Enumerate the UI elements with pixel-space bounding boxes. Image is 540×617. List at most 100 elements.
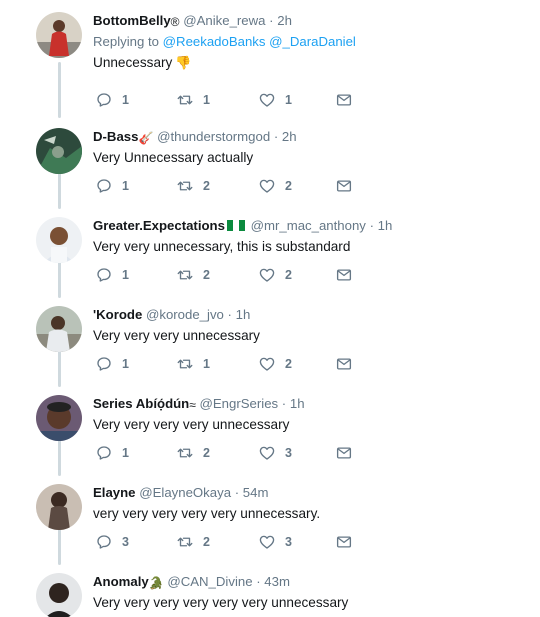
direct-message-button[interactable]	[335, 444, 353, 462]
retweet-icon	[176, 355, 194, 373]
user-handle[interactable]: @ElayneOkaya	[139, 485, 231, 500]
avatar[interactable]	[36, 217, 82, 263]
user-handle[interactable]: @CAN_Divine	[167, 574, 252, 589]
avatar[interactable]	[36, 128, 82, 174]
tweet-header: BottomBelly® @Anike_rewa · 2h	[93, 12, 530, 30]
mention-link[interactable]: @_DaraDaniel	[269, 34, 356, 49]
registered-badge: ®	[170, 14, 180, 29]
retweet-count: 2	[203, 535, 210, 549]
reply-button[interactable]: 1	[95, 91, 129, 109]
timestamp[interactable]: 2h	[282, 129, 297, 144]
retweet-button[interactable]: 2	[176, 177, 210, 195]
like-button[interactable]: 2	[258, 355, 292, 373]
display-name[interactable]: D-Bass	[93, 129, 138, 144]
direct-message-button[interactable]	[335, 355, 353, 373]
tweet-text-body: Unnecessary	[93, 55, 173, 70]
reply-count: 1	[122, 357, 129, 371]
like-button[interactable]: 1	[258, 91, 292, 109]
user-handle[interactable]: @Anike_rewa	[183, 13, 265, 28]
display-name[interactable]: Series Abíọ́dún	[93, 396, 189, 411]
avatar[interactable]	[36, 395, 82, 441]
tweet[interactable]: Greater.Expectations @mr_mac_anthony · 1…	[0, 210, 540, 299]
guitar-emoji: 🎸	[138, 130, 154, 145]
retweet-button[interactable]: 2	[176, 444, 210, 462]
timestamp[interactable]: 1h	[236, 307, 251, 322]
tweet[interactable]: BottomBelly® @Anike_rewa · 2h Replying t…	[0, 5, 540, 107]
tweet-text: Very Unnecessary actually	[93, 150, 254, 165]
tweet[interactable]: D-Bass🎸 @thunderstormgod · 2h Very Unnec…	[0, 121, 540, 210]
timestamp[interactable]: 1h	[290, 396, 305, 411]
envelope-icon	[335, 533, 353, 551]
user-handle[interactable]: @korode_jvo	[146, 307, 224, 322]
reply-button[interactable]: 1	[95, 444, 129, 462]
tweet-text: Unnecessary 👎	[93, 54, 530, 72]
retweet-icon	[176, 533, 194, 551]
display-name[interactable]: Elayne	[93, 485, 136, 500]
like-button[interactable]: 3	[258, 533, 292, 551]
retweet-button[interactable]: 2	[176, 266, 210, 284]
tweet-text: Very very very very unnecessary	[93, 417, 290, 432]
display-name[interactable]: BottomBelly	[93, 13, 171, 28]
tweet[interactable]: Anomaly🐊 @CAN_Divine · 43m Very very ver…	[0, 566, 540, 617]
reply-button[interactable]: 3	[95, 533, 129, 551]
user-handle[interactable]: @EngrSeries	[200, 396, 279, 411]
heart-icon	[258, 177, 276, 195]
timestamp[interactable]: 1h	[378, 218, 393, 233]
separator-dot: ·	[234, 485, 240, 500]
avatar[interactable]	[36, 12, 82, 58]
like-count: 3	[285, 535, 292, 549]
tweet[interactable]: Elayne @ElayneOkaya · 54m very very very…	[0, 477, 540, 566]
heart-icon	[258, 266, 276, 284]
display-name[interactable]: 'Korode	[93, 307, 142, 322]
like-button[interactable]: 2	[258, 177, 292, 195]
display-name[interactable]: Greater.Expectations	[93, 218, 225, 233]
reply-icon	[95, 91, 113, 109]
heart-icon	[258, 533, 276, 551]
display-name[interactable]: Anomaly	[93, 574, 149, 589]
retweet-button[interactable]: 1	[176, 91, 210, 109]
like-button[interactable]: 3	[258, 444, 292, 462]
retweet-count: 2	[203, 268, 210, 282]
reply-button[interactable]: 1	[95, 266, 129, 284]
direct-message-button[interactable]	[335, 177, 353, 195]
tweet-actions: 1 1 2	[95, 355, 365, 373]
user-handle[interactable]: @thunderstormgod	[157, 129, 270, 144]
retweet-button[interactable]: 2	[176, 533, 210, 551]
envelope-icon	[335, 91, 353, 109]
tweet-actions: 1 2 2	[95, 266, 365, 284]
like-count: 2	[285, 268, 292, 282]
retweet-count: 1	[203, 357, 210, 371]
thumbs-down-emoji: 👎	[175, 55, 192, 70]
tweet-text: Very very very unnecessary	[93, 328, 260, 343]
user-handle[interactable]: @mr_mac_anthony	[251, 218, 366, 233]
tweet-text: very very very very very unnecessary.	[93, 506, 321, 521]
avatar[interactable]	[36, 573, 82, 617]
avatar[interactable]	[36, 484, 82, 530]
tweet-text: Very very very very very very unnecessar…	[93, 595, 349, 610]
reply-button[interactable]: 1	[95, 355, 129, 373]
avatar[interactable]	[36, 306, 82, 352]
retweet-button[interactable]: 1	[176, 355, 210, 373]
tweet[interactable]: Series Abíọ́dún≈ @EngrSeries · 1h Very v…	[0, 388, 540, 477]
tweet-header: D-Bass🎸 @thunderstormgod · 2h	[93, 128, 530, 146]
reply-thread: BottomBelly® @Anike_rewa · 2h Replying t…	[0, 0, 540, 617]
separator-dot: ·	[369, 218, 374, 233]
like-count: 2	[285, 179, 292, 193]
direct-message-button[interactable]	[335, 266, 353, 284]
like-count: 3	[285, 446, 292, 460]
reply-count: 1	[122, 268, 129, 282]
timestamp[interactable]: 43m	[264, 574, 290, 589]
timestamp[interactable]: 2h	[277, 13, 292, 28]
tweet-header: Anomaly🐊 @CAN_Divine · 43m	[93, 573, 530, 591]
like-button[interactable]: 2	[258, 266, 292, 284]
reply-button[interactable]: 1	[95, 177, 129, 195]
retweet-count: 1	[203, 93, 210, 107]
timestamp[interactable]: 54m	[243, 485, 269, 500]
direct-message-button[interactable]	[335, 533, 353, 551]
tweet[interactable]: 'Korode @korode_jvo · 1h Very very very …	[0, 299, 540, 388]
reply-count: 1	[122, 93, 129, 107]
tweet-header: Elayne @ElayneOkaya · 54m	[93, 484, 530, 502]
crocodile-emoji: 🐊	[148, 575, 164, 590]
mention-link[interactable]: @ReekadoBanks	[163, 34, 266, 49]
direct-message-button[interactable]	[335, 91, 353, 109]
